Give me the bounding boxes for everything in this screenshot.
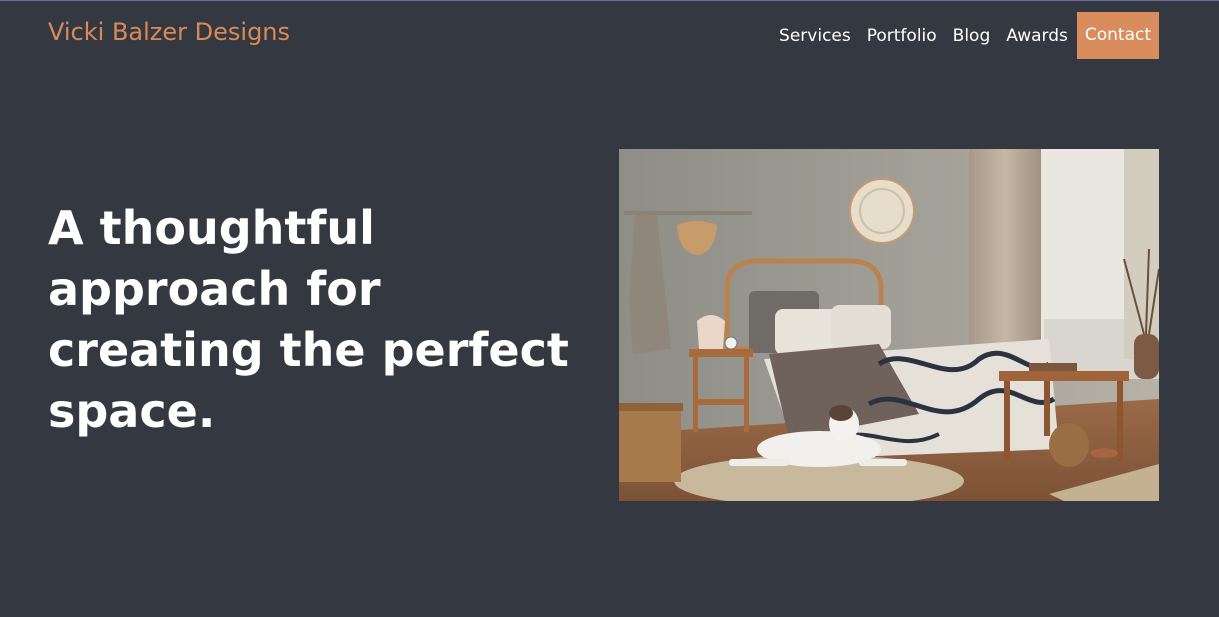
brand-logo-link[interactable]: Vicki Balzer Designs xyxy=(48,18,290,46)
main-nav: Services Portfolio Blog Awards Contact xyxy=(763,12,1159,59)
nav-item-blog[interactable]: Blog xyxy=(953,26,991,46)
nav-item-services[interactable]: Services xyxy=(779,26,851,46)
hero-bedroom-image xyxy=(619,149,1159,501)
nav-item-portfolio[interactable]: Portfolio xyxy=(867,26,937,46)
nav-item-awards[interactable]: Awards xyxy=(1006,26,1068,46)
bedroom-illustration xyxy=(619,149,1159,501)
top-accent-line xyxy=(0,0,1219,1)
hero-headline: A thoughtful approach for creating the p… xyxy=(48,201,569,438)
contact-button[interactable]: Contact xyxy=(1076,12,1159,59)
